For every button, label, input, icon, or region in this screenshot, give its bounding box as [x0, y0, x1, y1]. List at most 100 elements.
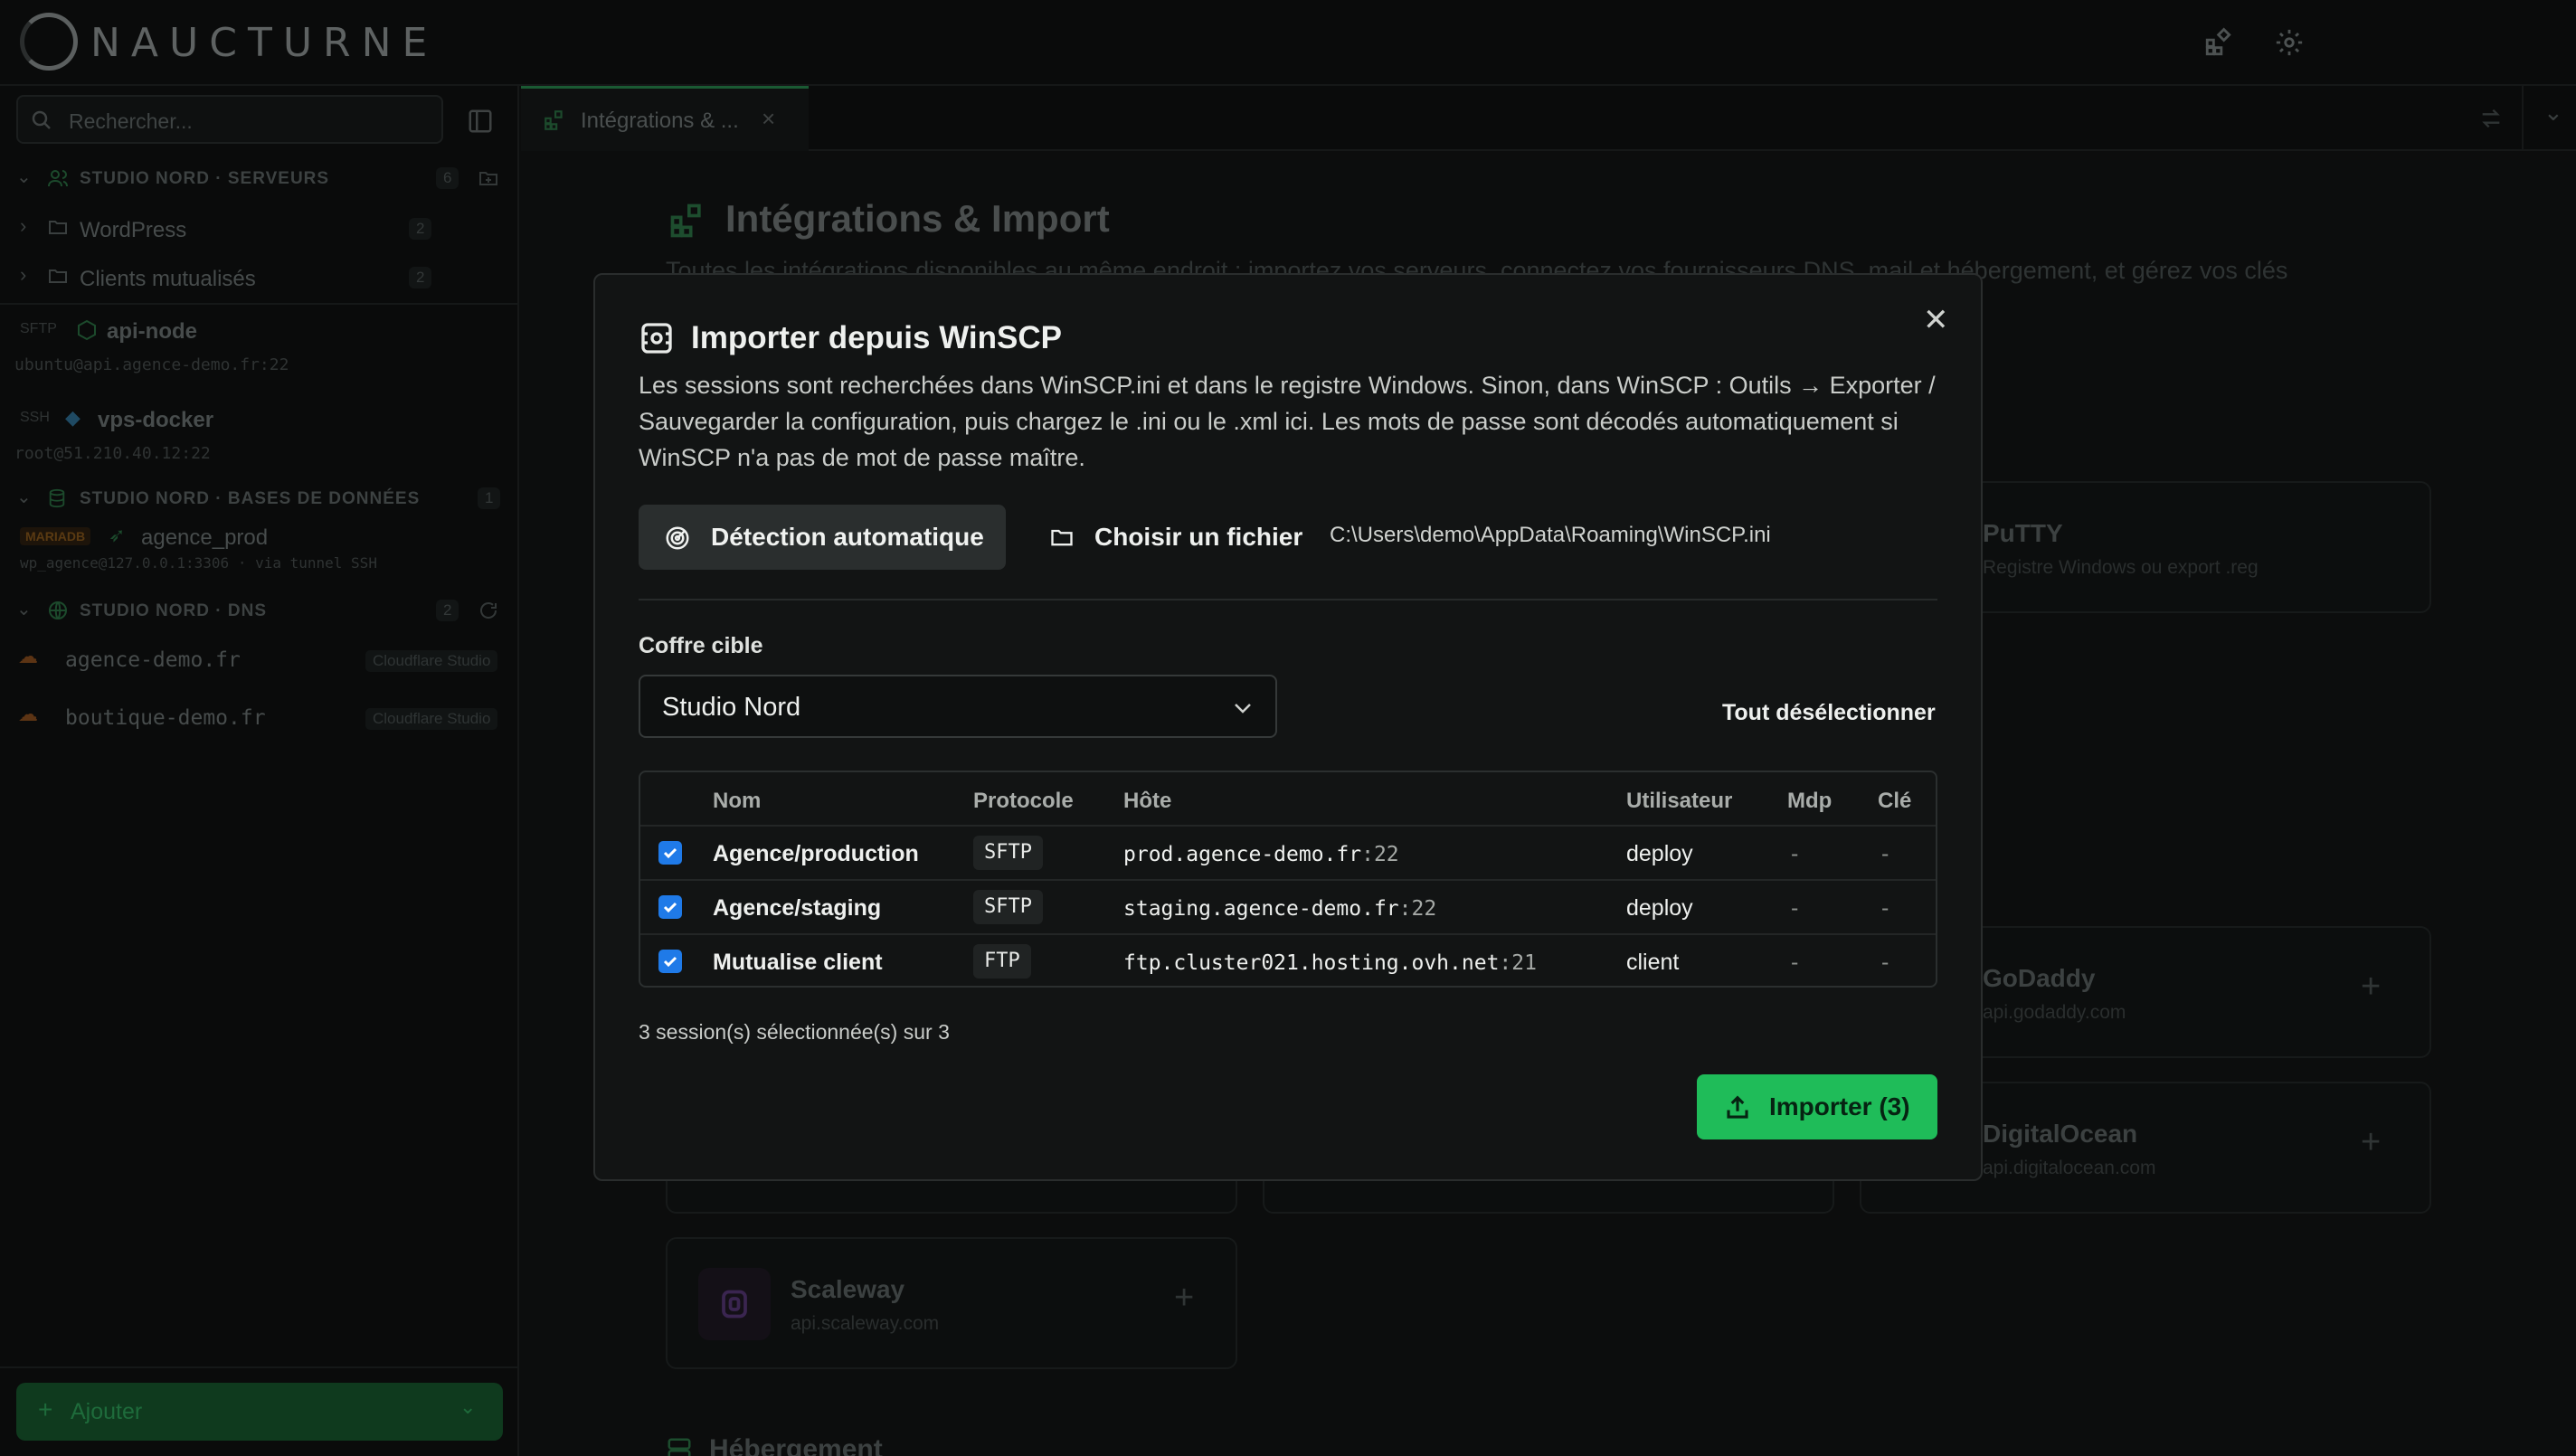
server-name: api-node — [107, 319, 197, 344]
close-icon[interactable]: ✕ — [1923, 302, 1949, 338]
tab-integrations[interactable]: Intégrations & ... × — [521, 86, 809, 151]
host-name: staging.agence-demo.fr — [1123, 897, 1399, 921]
chevron-down-icon: ⌄ — [16, 167, 32, 187]
divider — [639, 599, 1937, 600]
count-badge: 2 — [409, 267, 432, 288]
host-port: :22 — [1398, 897, 1437, 921]
deselect-all-button[interactable]: Tout désélectionner — [1722, 700, 1936, 726]
server-item[interactable]: SFTP api-node ubuntu@api.agence-demo.fr:… — [0, 308, 519, 390]
add-folder-icon[interactable] — [478, 167, 499, 189]
chevron-right-icon: › — [20, 214, 27, 237]
column-header: Utilisateur — [1626, 789, 1733, 813]
card-subtitle: Registre Windows ou export .reg — [1983, 557, 2259, 578]
database-item[interactable]: MARIADB ➶ agence_prod wp_agence@127.0.0.… — [0, 524, 519, 578]
logo-icon — [20, 13, 78, 71]
scaleway-logo — [698, 1268, 771, 1340]
panel-toggle-icon[interactable] — [467, 108, 494, 135]
column-header: Hôte — [1123, 789, 1172, 813]
chevron-down-icon: ⌄ — [459, 1395, 477, 1418]
card-name: PuTTY — [1983, 519, 2063, 547]
table-row[interactable]: Mutualise client FTP ftp.cluster021.host… — [640, 933, 1936, 986]
dns-domain: agence-demo.fr — [65, 648, 241, 672]
server-item[interactable]: SSH ◆ vps-docker root@51.210.40.12:22 — [0, 397, 519, 478]
group-servers[interactable]: ⌄ STUDIO NORD · SERVEURS 6 — [0, 160, 519, 196]
integrations-icon[interactable] — [2203, 27, 2234, 58]
database-name: agence_prod — [141, 525, 269, 550]
add-button[interactable]: + Ajouter ⌄ — [16, 1383, 503, 1441]
integrations-icon — [545, 110, 563, 130]
swap-icon[interactable] — [2478, 106, 2504, 131]
checkmark-icon — [663, 956, 677, 968]
chevron-down-icon[interactable]: ⌄ — [2543, 99, 2563, 127]
chevron-right-icon: › — [20, 263, 27, 286]
table-row[interactable]: Agence/staging SFTP staging.agence-demo.… — [640, 879, 1936, 933]
import-button[interactable]: Importer (3) — [1697, 1074, 1937, 1139]
engine-badge: MARIADB — [20, 527, 91, 545]
scaleway-icon — [722, 1290, 747, 1319]
node-icon — [78, 319, 96, 341]
tab-bar: Intégrations & ... × ⌄ — [521, 86, 2576, 151]
folder-item[interactable]: › Clients mutualisés 2 — [0, 254, 519, 299]
row-checkbox[interactable] — [658, 950, 682, 973]
card-name: DigitalOcean — [1983, 1120, 2138, 1148]
add-button-label: Ajouter — [71, 1399, 143, 1424]
session-name: Agence/staging — [713, 895, 882, 921]
checkmark-icon — [663, 847, 677, 859]
add-icon[interactable]: + — [2361, 1123, 2381, 1162]
dns-item[interactable]: ☁ agence-demo.fr Cloudflare Studio — [0, 638, 519, 688]
database-icon — [49, 488, 65, 508]
selection-summary: 3 session(s) sélectionnée(s) sur 3 — [639, 1020, 950, 1044]
group-title: STUDIO NORD · BASES DE DONNÉES — [80, 489, 421, 508]
server-address: ubuntu@api.agence-demo.fr:22 — [14, 355, 289, 374]
vault-select-value: Studio Nord — [662, 693, 801, 722]
folder-label: WordPress — [80, 218, 187, 242]
chevron-down-icon: ⌄ — [16, 600, 32, 619]
auto-detect-button[interactable]: Détection automatique — [639, 505, 1006, 570]
session-user: client — [1626, 950, 1680, 975]
session-password: - — [1791, 841, 1799, 866]
dns-item[interactable]: ☁ boutique-demo.fr Cloudflare Studio — [0, 695, 519, 746]
import-button-label: Importer (3) — [1769, 1092, 1910, 1120]
protocol-badge: SFTP — [20, 321, 57, 336]
search-icon — [32, 110, 51, 129]
session-key: - — [1881, 841, 1889, 866]
vault-select[interactable]: Studio Nord — [639, 675, 1277, 738]
refresh-icon[interactable] — [478, 600, 499, 621]
protocol-badge: SFTP — [973, 836, 1043, 870]
auto-detect-label: Détection automatique — [711, 523, 984, 551]
folder-label: Clients mutualisés — [80, 267, 256, 291]
choose-file-button[interactable]: Choisir un fichier — [1047, 505, 1319, 570]
tab-close-icon[interactable]: × — [762, 105, 775, 133]
table-row[interactable]: Agence/production SFTP prod.agence-demo.… — [640, 825, 1936, 879]
session-host: ftp.cluster021.hosting.ovh.net:21 — [1123, 951, 1537, 975]
add-icon[interactable]: + — [1174, 1279, 1194, 1318]
folder-icon — [1051, 529, 1073, 546]
row-checkbox[interactable] — [658, 841, 682, 865]
group-dns[interactable]: ⌄ STUDIO NORD · DNS 2 — [0, 592, 519, 629]
row-checkbox[interactable] — [658, 895, 682, 919]
session-host: prod.agence-demo.fr:22 — [1123, 843, 1399, 866]
globe-icon — [49, 601, 67, 619]
sessions-table: Nom Protocole Hôte Utilisateur Mdp Clé A… — [639, 771, 1937, 988]
chevron-down-icon: ⌄ — [16, 487, 32, 507]
column-header: Protocole — [973, 789, 1074, 813]
folder-item[interactable]: › WordPress 2 — [0, 205, 519, 251]
card-subtitle: api.digitalocean.com — [1983, 1158, 2156, 1178]
search-input[interactable]: Rechercher... — [16, 95, 443, 144]
session-key: - — [1881, 895, 1889, 921]
add-icon[interactable]: + — [2361, 968, 2381, 1007]
page-title: Intégrations & Import — [725, 197, 1110, 240]
protocol-badge: SFTP — [973, 890, 1043, 924]
search-placeholder: Rechercher... — [69, 109, 193, 133]
server-address: root@51.210.40.12:22 — [14, 444, 211, 463]
folder-icon — [49, 269, 67, 283]
sidebar: Rechercher... ⌄ STUDIO NORD · SERVEURS 6… — [0, 86, 519, 1456]
session-name: Agence/production — [713, 841, 919, 866]
gear-icon[interactable] — [2274, 27, 2305, 58]
group-databases[interactable]: ⌄ STUDIO NORD · BASES DE DONNÉES 1 — [0, 480, 519, 516]
card-name: Scaleway — [791, 1275, 905, 1303]
card-scaleway[interactable]: Scaleway api.scaleway.com + — [666, 1237, 1237, 1369]
database-address: wp_agence@127.0.0.1:3306 · via tunnel SS… — [20, 554, 377, 572]
cloud-icon: ☁ — [18, 703, 38, 725]
protocol-badge: SSH — [20, 410, 50, 425]
